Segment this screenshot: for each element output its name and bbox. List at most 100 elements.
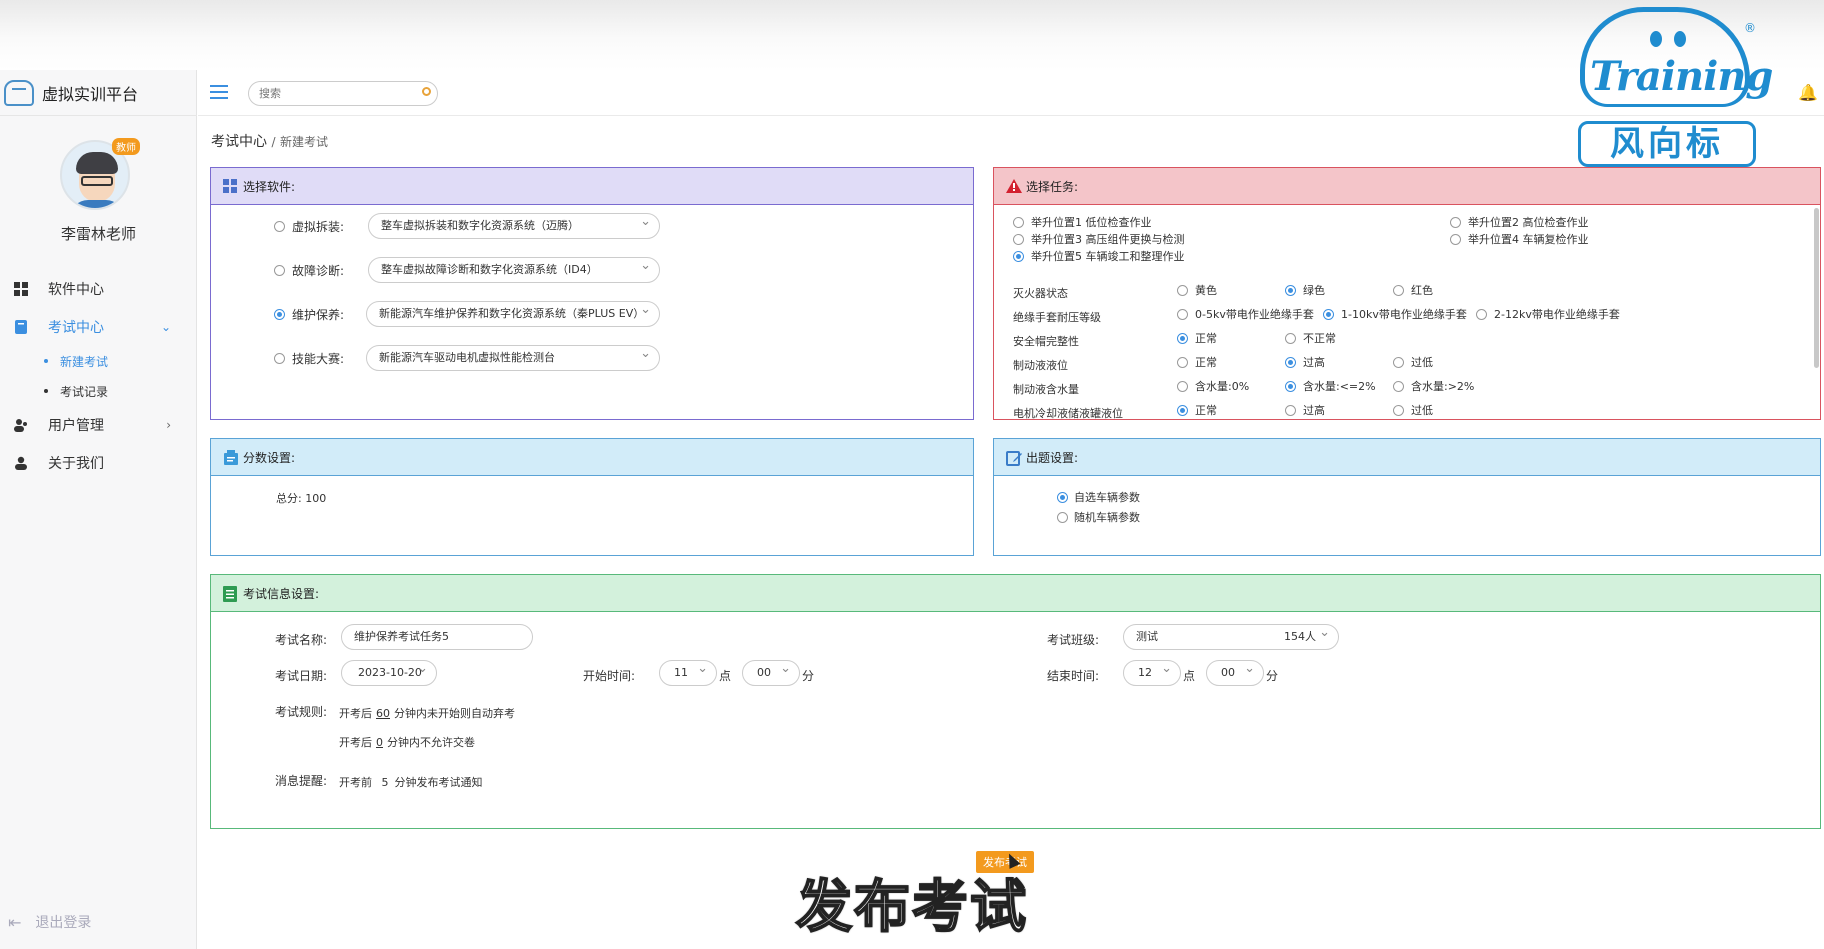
param-option[interactable]: 含水量:<=2% xyxy=(1285,378,1376,394)
brand-title: 虚拟实训平台 xyxy=(42,84,139,104)
param-radio[interactable] xyxy=(1285,284,1296,296)
list-icon xyxy=(223,586,237,602)
brand-logo-icon xyxy=(4,79,34,106)
sidebar-item-about-us[interactable]: 关于我们 xyxy=(0,444,197,482)
task-radio[interactable] xyxy=(1013,216,1024,228)
breadcrumb-root[interactable]: 考试中心 xyxy=(211,134,267,150)
param-option[interactable]: 1-10kv带电作业绝缘手套 xyxy=(1323,306,1467,322)
end-hour-select[interactable]: 12 xyxy=(1123,657,1181,686)
panel-header: 选择软件: xyxy=(211,168,973,205)
sidebar-item-user-management[interactable]: 用户管理 › xyxy=(0,406,197,444)
task-position-option[interactable]: 举升位置2 高位检查作业 xyxy=(1450,214,1589,230)
param-radio[interactable] xyxy=(1393,356,1404,368)
param-option[interactable]: 正常 xyxy=(1177,354,1217,370)
param-radio[interactable] xyxy=(1393,404,1404,416)
task-radio[interactable] xyxy=(1450,216,1461,228)
end-minute-select[interactable]: 00 xyxy=(1206,657,1264,686)
sidebar-subitem-exam-records[interactable]: 考试记录 xyxy=(0,376,197,406)
param-radio[interactable] xyxy=(1393,380,1404,392)
search-input[interactable] xyxy=(248,81,438,106)
param-radio[interactable] xyxy=(1177,356,1188,368)
param-radio[interactable] xyxy=(1285,332,1296,344)
param-option[interactable]: 含水量:>2% xyxy=(1393,378,1474,394)
task-position-option[interactable]: 举升位置3 高压组件更换与检测 xyxy=(1013,231,1185,247)
start-time-label: 开始时间: xyxy=(583,669,636,683)
param-option-label: 正常 xyxy=(1195,404,1217,417)
param-radio[interactable] xyxy=(1476,308,1487,320)
start-minute-select[interactable]: 00 xyxy=(742,657,800,686)
param-option[interactable]: 不正常 xyxy=(1285,330,1336,346)
param-option-label: 正常 xyxy=(1195,332,1217,345)
menu-toggle-icon[interactable] xyxy=(210,85,228,99)
panel-header: 出题设置: xyxy=(994,439,1820,476)
exam-name-input[interactable]: 维护保养考试任务5 xyxy=(341,624,533,650)
bullet-icon xyxy=(44,359,48,363)
start-hour-select[interactable]: 11 xyxy=(659,657,717,686)
software-select[interactable]: 新能源汽车驱动电机虚拟性能检测台 xyxy=(366,345,660,371)
software-label: 虚拟拆装: xyxy=(292,219,345,234)
exam-date-picker[interactable]: 2023-10-20 xyxy=(341,657,437,686)
software-radio[interactable] xyxy=(274,220,285,232)
sidebar-item-exam-center[interactable]: 考试中心 ⌄ xyxy=(0,308,197,346)
bell-icon[interactable]: 🔔 xyxy=(1798,83,1818,102)
param-radio[interactable] xyxy=(1393,284,1404,296)
param-radio[interactable] xyxy=(1177,380,1188,392)
param-option-label: 不正常 xyxy=(1303,332,1336,345)
software-radio[interactable] xyxy=(274,352,285,364)
software-label: 故障诊断: xyxy=(292,263,345,278)
param-option[interactable]: 正常 xyxy=(1177,402,1217,418)
param-label: 灭火器状态 xyxy=(1013,287,1068,300)
task-position-option[interactable]: 举升位置4 车辆复检作业 xyxy=(1450,231,1589,247)
param-radio[interactable] xyxy=(1177,308,1188,320)
param-radio[interactable] xyxy=(1177,404,1188,416)
panel-title: 分数设置: xyxy=(243,450,296,465)
task-label: 举升位置2 高位检查作业 xyxy=(1468,216,1589,229)
software-row: 维护保养: xyxy=(274,302,366,326)
scrollbar[interactable] xyxy=(1814,208,1819,368)
logout-button[interactable]: ⇤ 退出登录 xyxy=(8,912,91,932)
software-radio[interactable] xyxy=(274,308,285,320)
param-option[interactable]: 0-5kv带电作业绝缘手套 xyxy=(1177,306,1314,322)
rule-value-input[interactable]: 0 xyxy=(376,736,383,749)
param-radio[interactable] xyxy=(1285,380,1296,392)
task-position-option[interactable]: 举升位置5 车辆竣工和整理作业 xyxy=(1013,248,1185,264)
exam-class-select[interactable]: 测试 154人 xyxy=(1123,621,1339,650)
chevron-down-icon: ⌄ xyxy=(160,320,171,334)
task-radio[interactable] xyxy=(1013,233,1024,245)
software-select[interactable]: 整车虚拟故障诊断和数字化资源系统（ID4） xyxy=(368,257,660,283)
end-time-label: 结束时间: xyxy=(1047,669,1100,683)
software-select[interactable]: 整车虚拟拆装和数字化资源系统（迈腾） xyxy=(368,213,660,239)
notify-value-input[interactable]: 5 xyxy=(382,776,389,789)
rule-value-input[interactable]: 60 xyxy=(376,707,390,720)
param-radio[interactable] xyxy=(1177,284,1188,296)
user-name: 李雷林老师 xyxy=(60,225,136,243)
task-position-option[interactable]: 举升位置1 低位检查作业 xyxy=(1013,214,1152,230)
param-option[interactable]: 过高 xyxy=(1285,354,1325,370)
question-option-random[interactable]: 随机车辆参数 xyxy=(1057,509,1140,525)
param-option[interactable]: 过高 xyxy=(1285,402,1325,418)
sidebar-subitem-new-exam[interactable]: 新建考试 xyxy=(0,346,197,376)
param-option[interactable]: 2-12kv带电作业绝缘手套 xyxy=(1476,306,1620,322)
param-option[interactable]: 过低 xyxy=(1393,402,1433,418)
task-radio[interactable] xyxy=(1450,233,1461,245)
param-radio[interactable] xyxy=(1285,404,1296,416)
software-select[interactable]: 新能源汽车维护保养和数字化资源系统（秦PLUS EV） xyxy=(366,301,660,327)
param-radio[interactable] xyxy=(1323,308,1334,320)
question-radio[interactable] xyxy=(1057,491,1068,503)
param-option[interactable]: 绿色 xyxy=(1285,282,1325,298)
rule-prefix: 开考后 xyxy=(339,707,372,720)
software-radio[interactable] xyxy=(274,264,285,276)
question-radio[interactable] xyxy=(1057,511,1068,523)
param-radio[interactable] xyxy=(1285,356,1296,368)
search-icon[interactable] xyxy=(422,87,431,96)
question-option-self[interactable]: 自选车辆参数 xyxy=(1057,489,1140,505)
param-option[interactable]: 过低 xyxy=(1393,354,1433,370)
question-option-label: 自选车辆参数 xyxy=(1074,491,1140,504)
param-radio[interactable] xyxy=(1177,332,1188,344)
param-option[interactable]: 红色 xyxy=(1393,282,1433,298)
param-option[interactable]: 正常 xyxy=(1177,330,1217,346)
task-radio[interactable] xyxy=(1013,250,1024,262)
param-option[interactable]: 含水量:0% xyxy=(1177,378,1249,394)
param-option[interactable]: 黄色 xyxy=(1177,282,1217,298)
sidebar-item-software-center[interactable]: 软件中心 xyxy=(0,270,197,308)
